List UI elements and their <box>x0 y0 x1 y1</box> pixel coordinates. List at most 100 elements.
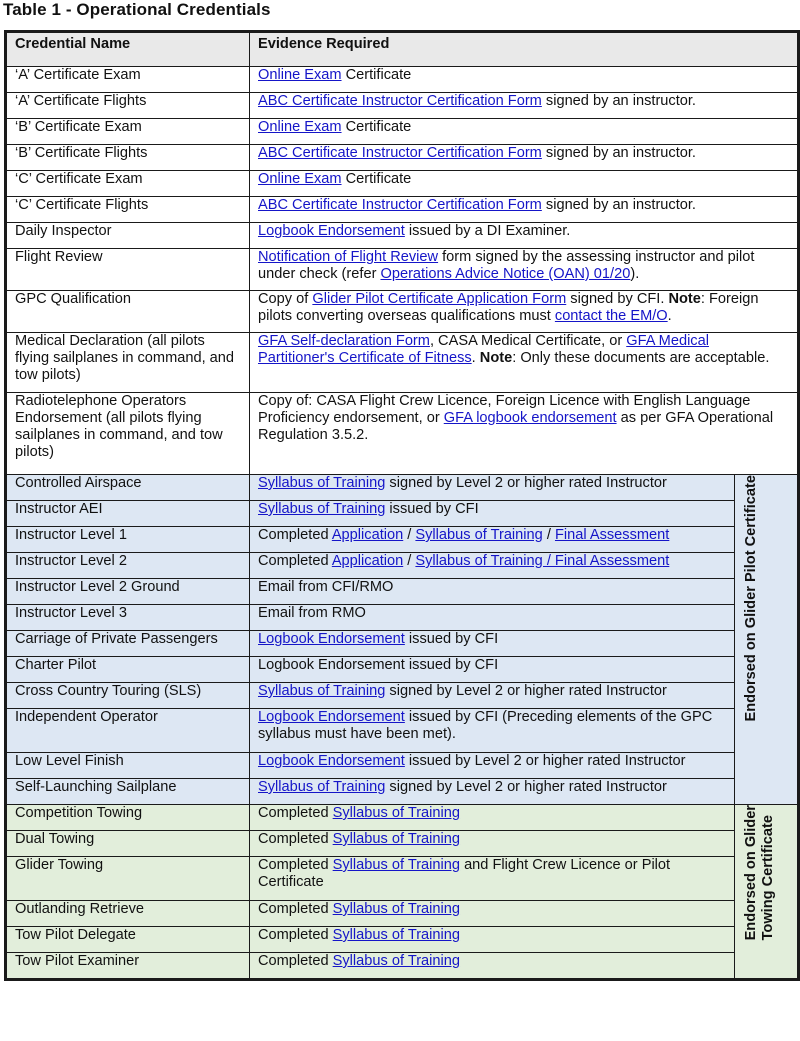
evidence-link[interactable]: Syllabus of Training <box>258 501 385 517</box>
evidence-required: ABC Certificate Instructor Certification… <box>248 196 800 223</box>
evidence-link[interactable]: Syllabus of Training <box>333 927 460 943</box>
table-row: Instructor Level 2 Ground Email from CFI/… <box>5 578 799 605</box>
evidence-required: Notification of Flight Review form signe… <box>248 248 800 291</box>
table-row: Radiotelephone Operators Endorsement (al… <box>5 392 800 475</box>
evidence-required: Syllabus of Training signed by Level 2 o… <box>249 474 735 501</box>
header-evidence-required: Evidence Required <box>248 31 800 67</box>
table-row: Controlled Airspace Syllabus of Training … <box>5 474 800 805</box>
evidence-link[interactable]: Syllabus of Training <box>333 805 460 821</box>
evidence-text: signed by an instructor. <box>541 145 696 161</box>
evidence-link[interactable]: Syllabus of Training <box>415 527 542 543</box>
credential-name: ‘B’ Certificate Flights <box>5 144 250 171</box>
evidence-link[interactable]: Glider Pilot Certificate Application For… <box>312 291 566 307</box>
evidence-required: Email from RMO <box>249 604 735 631</box>
evidence-link[interactable]: GFA logbook endorsement <box>444 410 617 426</box>
credential-name: Radiotelephone Operators Endorsement (al… <box>5 392 250 475</box>
credential-name: ‘B’ Certificate Exam <box>5 118 250 145</box>
evidence-text: ). <box>630 266 640 282</box>
evidence-text: . <box>471 350 480 366</box>
evidence-link[interactable]: Final Assessment <box>555 527 669 543</box>
evidence-required: Logbook Endorsement issued by CFI <box>249 656 735 683</box>
note-label: Note <box>479 350 513 366</box>
evidence-link[interactable]: GFA Self-declaration Form <box>258 333 430 349</box>
evidence-link[interactable]: Logbook Endorsement <box>258 753 405 769</box>
evidence-link[interactable]: Operations Advice Notice (OAN) 01/20 <box>380 266 630 282</box>
evidence-required: Copy of Glider Pilot Certificate Applica… <box>248 290 800 333</box>
evidence-link[interactable]: Syllabus of Training <box>333 857 460 873</box>
header-row: Credential Name Evidence Required <box>5 31 800 67</box>
evidence-required: Completed Application / Syllabus of Trai… <box>249 552 735 579</box>
group-label-text: Endorsed on Glider Pilot Certificate <box>743 475 759 722</box>
table-row: Instructor Level 1 Completed Application … <box>5 526 799 553</box>
evidence-link[interactable]: Syllabus of Training <box>258 779 385 795</box>
evidence-link[interactable]: ABC Certificate Instructor Certification… <box>258 93 542 109</box>
credential-name: Instructor Level 2 Ground <box>5 578 250 605</box>
evidence-required: Online Exam Certificate <box>248 170 800 197</box>
evidence-required: GFA Self-declaration Form, CASA Medical … <box>248 332 800 393</box>
evidence-link[interactable]: Notification of Flight Review <box>258 249 438 265</box>
evidence-text: Completed <box>258 857 333 873</box>
table-row: Charter Pilot Logbook Endorsement issued … <box>5 656 799 683</box>
evidence-text: Completed <box>258 901 333 917</box>
evidence-link[interactable]: ABC Certificate Instructor Certification… <box>258 197 542 213</box>
evidence-link[interactable]: Syllabus of Training <box>258 683 385 699</box>
credential-name: Tow Pilot Examiner <box>5 952 250 980</box>
evidence-required: Logbook Endorsement issued by CFI (Prece… <box>249 708 735 753</box>
evidence-required: Completed Syllabus of Training <box>249 804 735 831</box>
evidence-link[interactable]: ABC Certificate Instructor Certification… <box>258 145 542 161</box>
evidence-link[interactable]: Online Exam <box>258 171 342 187</box>
evidence-link[interactable]: Online Exam <box>258 67 342 83</box>
evidence-link[interactable]: Logbook Endorsement <box>258 631 405 647</box>
group-label-line: Towing Certificate <box>760 815 776 941</box>
evidence-text: Logbook Endorsement issued by CFI <box>258 657 499 673</box>
evidence-link[interactable]: contact the EM/O <box>555 308 668 324</box>
credential-name: Carriage of Private Passengers <box>5 630 250 657</box>
group-label-line: Endorsed on Glider <box>743 805 759 941</box>
evidence-required: Completed Syllabus of Training <box>249 926 735 953</box>
credential-name: ‘C’ Certificate Flights <box>5 196 250 223</box>
evidence-link[interactable]: Syllabus of Training <box>333 901 460 917</box>
evidence-link[interactable]: Syllabus of Training <box>258 475 385 491</box>
evidence-text: / <box>403 553 416 569</box>
table-row: Instructor Level 3 Email from RMO <box>5 604 799 631</box>
evidence-required: Syllabus of Training signed by Level 2 o… <box>249 682 735 709</box>
evidence-text: Completed <box>258 527 332 543</box>
evidence-link[interactable]: Syllabus of Training <box>333 953 460 969</box>
evidence-link[interactable]: Logbook Endorsement <box>258 709 405 725</box>
table-row: Daily Inspector Logbook Endorsement issue… <box>5 222 800 249</box>
evidence-link[interactable]: Logbook Endorsement <box>258 223 405 239</box>
evidence-required: Logbook Endorsement issued by Level 2 or… <box>249 752 735 779</box>
credential-name: Low Level Finish <box>5 752 250 779</box>
evidence-text: Completed <box>258 805 333 821</box>
credential-name: Instructor Level 1 <box>5 526 250 553</box>
evidence-text: Certificate <box>341 67 412 83</box>
table-row: Tow Pilot Examiner Completed Syllabus of … <box>5 952 799 980</box>
evidence-required: Completed Syllabus of Training <box>249 900 735 927</box>
evidence-required: ABC Certificate Instructor Certification… <box>248 144 800 171</box>
evidence-link[interactable]: Online Exam <box>258 119 342 135</box>
evidence-required: Syllabus of Training signed by Level 2 o… <box>249 778 735 805</box>
table-row: Cross Country Touring (SLS) Syllabus of T… <box>5 682 799 709</box>
evidence-required: Logbook Endorsement issued by CFI <box>249 630 735 657</box>
evidence-link[interactable]: Syllabus of Training <box>333 831 460 847</box>
credential-name: Tow Pilot Delegate <box>5 926 250 953</box>
table-row: Self-Launching Sailplane Syllabus of Trai… <box>5 778 799 805</box>
table-row: Carriage of Private Passengers Logbook En… <box>5 630 799 657</box>
header-credential-name: Credential Name <box>5 31 250 67</box>
evidence-link[interactable]: Syllabus of Training / Final Assessment <box>415 553 669 569</box>
table-row: Instructor AEI Syllabus of Training issue… <box>5 500 799 527</box>
credential-name: Controlled Airspace <box>5 474 250 501</box>
evidence-text: issued by CFI <box>385 501 479 517</box>
evidence-text: issued by Level 2 or higher rated Instru… <box>404 753 686 769</box>
evidence-text: Email from RMO <box>258 605 366 621</box>
credential-name: Independent Operator <box>5 708 250 753</box>
table-row: ‘C’ Certificate Flights ABC Certificate I… <box>5 196 800 223</box>
evidence-text: signed by Level 2 or higher rated Instru… <box>385 683 667 699</box>
evidence-link[interactable]: Application <box>332 553 403 569</box>
table-body: ‘A’ Certificate Exam Online Exam Certific… <box>5 66 800 980</box>
credential-name: Daily Inspector <box>5 222 250 249</box>
table-row: Instructor Level 2 Completed Application … <box>5 552 799 579</box>
evidence-link[interactable]: Application <box>332 527 403 543</box>
credential-name: Flight Review <box>5 248 250 291</box>
table-row: ‘B’ Certificate Exam Online Exam Certific… <box>5 118 800 145</box>
